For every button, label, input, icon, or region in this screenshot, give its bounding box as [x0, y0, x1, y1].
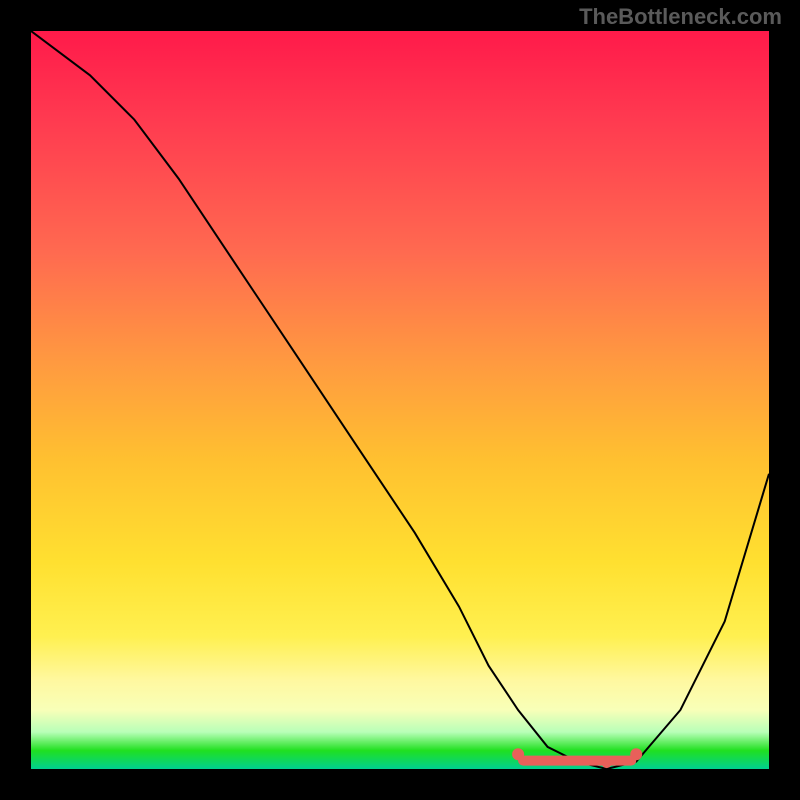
optimal-dot [630, 748, 642, 760]
optimal-dot [512, 748, 524, 760]
bottleneck-curve [31, 31, 769, 769]
optimal-pill [518, 756, 636, 766]
optimal-markers [512, 748, 642, 768]
optimal-dot [602, 758, 612, 768]
watermark-text: TheBottleneck.com [579, 4, 782, 30]
plot-area [31, 31, 769, 769]
chart-svg [31, 31, 769, 769]
